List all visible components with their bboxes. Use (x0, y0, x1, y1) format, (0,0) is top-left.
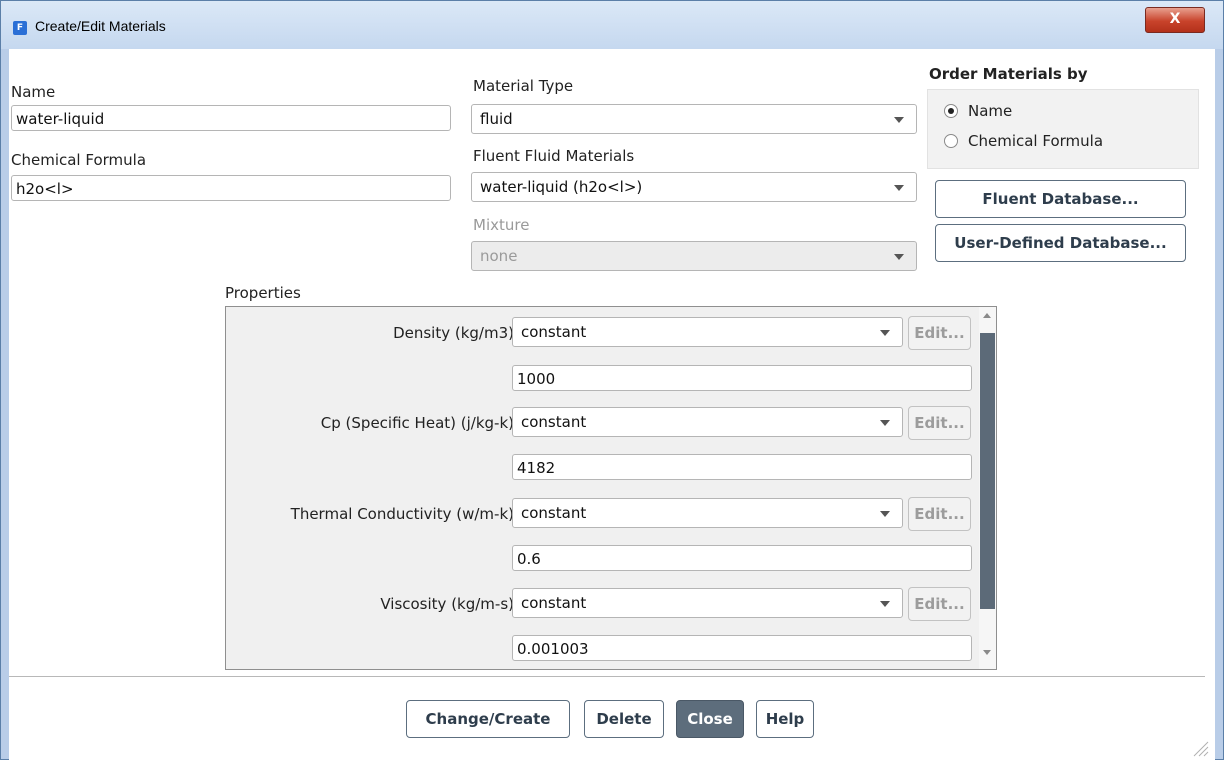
close-button[interactable]: Close (676, 700, 744, 738)
order-materials-label: Order Materials by (929, 65, 1088, 83)
radio-unselected-icon (944, 134, 958, 148)
dropdown-caret-icon (880, 511, 890, 517)
fluent-fluid-materials-dropdown[interactable]: water-liquid (h2o<l>) (471, 172, 917, 202)
property-edit-button[interactable]: Edit... (908, 316, 971, 350)
user-defined-database-button[interactable]: User-Defined Database... (935, 224, 1186, 262)
order-by-name-label: Name (968, 102, 1013, 120)
delete-button[interactable]: Delete (584, 700, 664, 738)
scroll-down-icon[interactable] (983, 650, 991, 655)
name-field[interactable]: water-liquid (11, 105, 451, 131)
mixture-value: none (480, 247, 518, 265)
property-label: Cp (Specific Heat) (j/kg-k) (320, 414, 514, 432)
property-value-field[interactable]: 4182 (512, 454, 972, 480)
fluent-database-button[interactable]: Fluent Database... (935, 180, 1186, 218)
fluent-fluid-materials-label: Fluent Fluid Materials (473, 147, 635, 165)
mixture-dropdown: none (471, 241, 917, 271)
property-edit-button[interactable]: Edit... (908, 406, 971, 440)
dropdown-caret-icon (894, 254, 904, 260)
properties-label: Properties (225, 284, 301, 302)
app-icon: F (13, 21, 27, 35)
property-method-dropdown[interactable]: constant (512, 317, 903, 347)
material-type-label: Material Type (473, 77, 574, 95)
change-create-button[interactable]: Change/Create (406, 700, 570, 738)
scroll-up-icon[interactable] (983, 313, 991, 318)
property-value-field[interactable]: 1000 (512, 365, 972, 391)
dropdown-caret-icon (894, 185, 904, 191)
property-label: Density (kg/m3) (393, 324, 514, 342)
property-label: Viscosity (kg/m-s) (380, 595, 514, 613)
title-bar[interactable]: F Create/Edit Materials X (1, 1, 1223, 49)
material-type-dropdown[interactable]: fluid (471, 104, 917, 134)
property-method-value: constant (521, 504, 587, 522)
property-edit-button[interactable]: Edit... (908, 497, 971, 531)
fluent-fluid-materials-value: water-liquid (h2o<l>) (480, 178, 643, 196)
mixture-label: Mixture (473, 216, 530, 234)
property-method-value: constant (521, 594, 587, 612)
property-method-value: constant (521, 413, 587, 431)
help-button[interactable]: Help (756, 700, 814, 738)
property-label: Thermal Conductivity (w/m-k) (290, 505, 514, 523)
property-value-field[interactable]: 0.6 (512, 545, 972, 571)
close-icon[interactable]: X (1145, 7, 1205, 33)
order-by-formula-label: Chemical Formula (968, 132, 1104, 150)
window-title: Create/Edit Materials (35, 18, 166, 34)
dialog-body: Name water-liquid Chemical Formula h2o<l… (9, 49, 1215, 761)
dropdown-caret-icon (880, 420, 890, 426)
chemical-formula-field[interactable]: h2o<l> (11, 175, 451, 201)
property-method-dropdown[interactable]: constant (512, 498, 903, 528)
material-type-value: fluid (480, 110, 513, 128)
property-method-value: constant (521, 323, 587, 341)
property-method-dropdown[interactable]: constant (512, 588, 903, 618)
resize-grip-icon[interactable] (1189, 737, 1209, 757)
dropdown-caret-icon (880, 601, 890, 607)
scrollbar-thumb[interactable] (980, 333, 995, 609)
dropdown-caret-icon (894, 117, 904, 123)
dialog-window: F Create/Edit Materials X Name water-liq… (0, 0, 1224, 761)
properties-scrollbar[interactable] (979, 307, 996, 669)
property-edit-button[interactable]: Edit... (908, 587, 971, 621)
name-label: Name (11, 83, 56, 101)
radio-selected-icon (944, 104, 958, 118)
chemical-formula-label: Chemical Formula (11, 151, 147, 169)
properties-panel: Density (kg/m3) constant Edit... 1000 Cp… (225, 306, 997, 670)
property-method-dropdown[interactable]: constant (512, 407, 903, 437)
dropdown-caret-icon (880, 330, 890, 336)
property-value-field[interactable]: 0.001003 (512, 635, 972, 661)
order-materials-group: Name Chemical Formula (927, 89, 1199, 169)
footer-separator (9, 676, 1205, 677)
